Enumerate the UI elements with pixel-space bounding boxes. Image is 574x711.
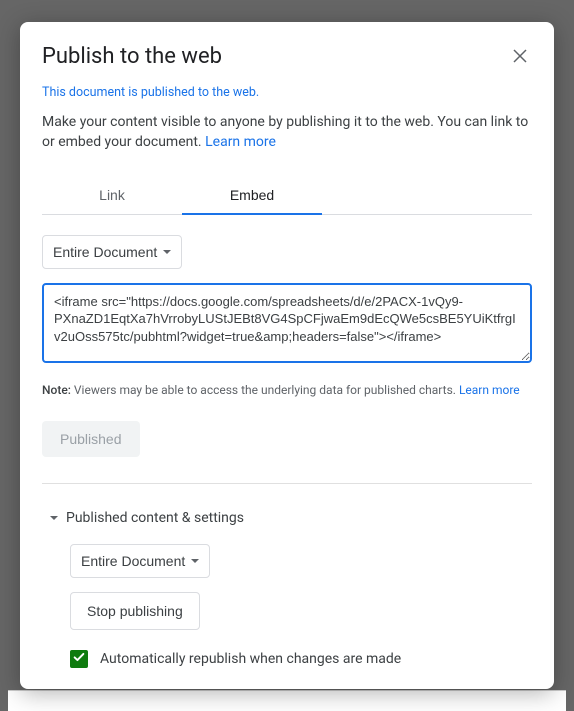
learn-more-link[interactable]: Learn more [205, 134, 276, 150]
embed-scope-dropdown[interactable]: Entire Document [42, 235, 182, 269]
dropdown-label: Entire Document [53, 244, 157, 260]
note-label: Note: [42, 383, 71, 397]
divider [42, 483, 532, 484]
embed-code-textarea[interactable]: <iframe src="https://docs.google.com/spr… [42, 283, 532, 363]
note-learn-more-link[interactable]: Learn more [459, 383, 520, 397]
dialog-header: Publish to the web [42, 44, 532, 71]
note-line: Note: Viewers may be able to access the … [42, 383, 532, 397]
close-button[interactable] [508, 44, 532, 71]
tab-embed[interactable]: Embed [182, 177, 322, 215]
note-text: Viewers may be able to access the underl… [71, 383, 459, 397]
dialog-description: Make your content visible to anyone by p… [42, 112, 532, 153]
checkmark-icon [72, 650, 86, 668]
settings-body: Entire Document Stop publishing Automati… [70, 544, 532, 668]
stop-publishing-button[interactable]: Stop publishing [70, 592, 200, 630]
dialog-title: Publish to the web [42, 44, 222, 69]
auto-republish-checkbox[interactable] [70, 650, 88, 668]
settings-header-label: Published content & settings [66, 510, 244, 526]
published-status-link[interactable]: This document is published to the web. [42, 85, 532, 100]
dropdown-label: Entire Document [81, 553, 185, 569]
chevron-down-icon [50, 516, 58, 520]
chevron-down-icon [191, 559, 199, 563]
auto-republish-label: Automatically republish when changes are… [100, 651, 401, 667]
published-button: Published [42, 421, 140, 457]
description-text: Make your content visible to anyone by p… [42, 114, 528, 150]
settings-toggle[interactable]: Published content & settings [50, 510, 532, 526]
auto-republish-row: Automatically republish when changes are… [70, 650, 532, 668]
tab-link[interactable]: Link [42, 177, 182, 215]
close-icon [512, 48, 528, 67]
tabs-bar: Link Embed [42, 177, 532, 215]
publish-dialog: Publish to the web This document is publ… [20, 22, 554, 689]
chevron-down-icon [163, 250, 171, 254]
settings-scope-dropdown[interactable]: Entire Document [70, 544, 210, 578]
